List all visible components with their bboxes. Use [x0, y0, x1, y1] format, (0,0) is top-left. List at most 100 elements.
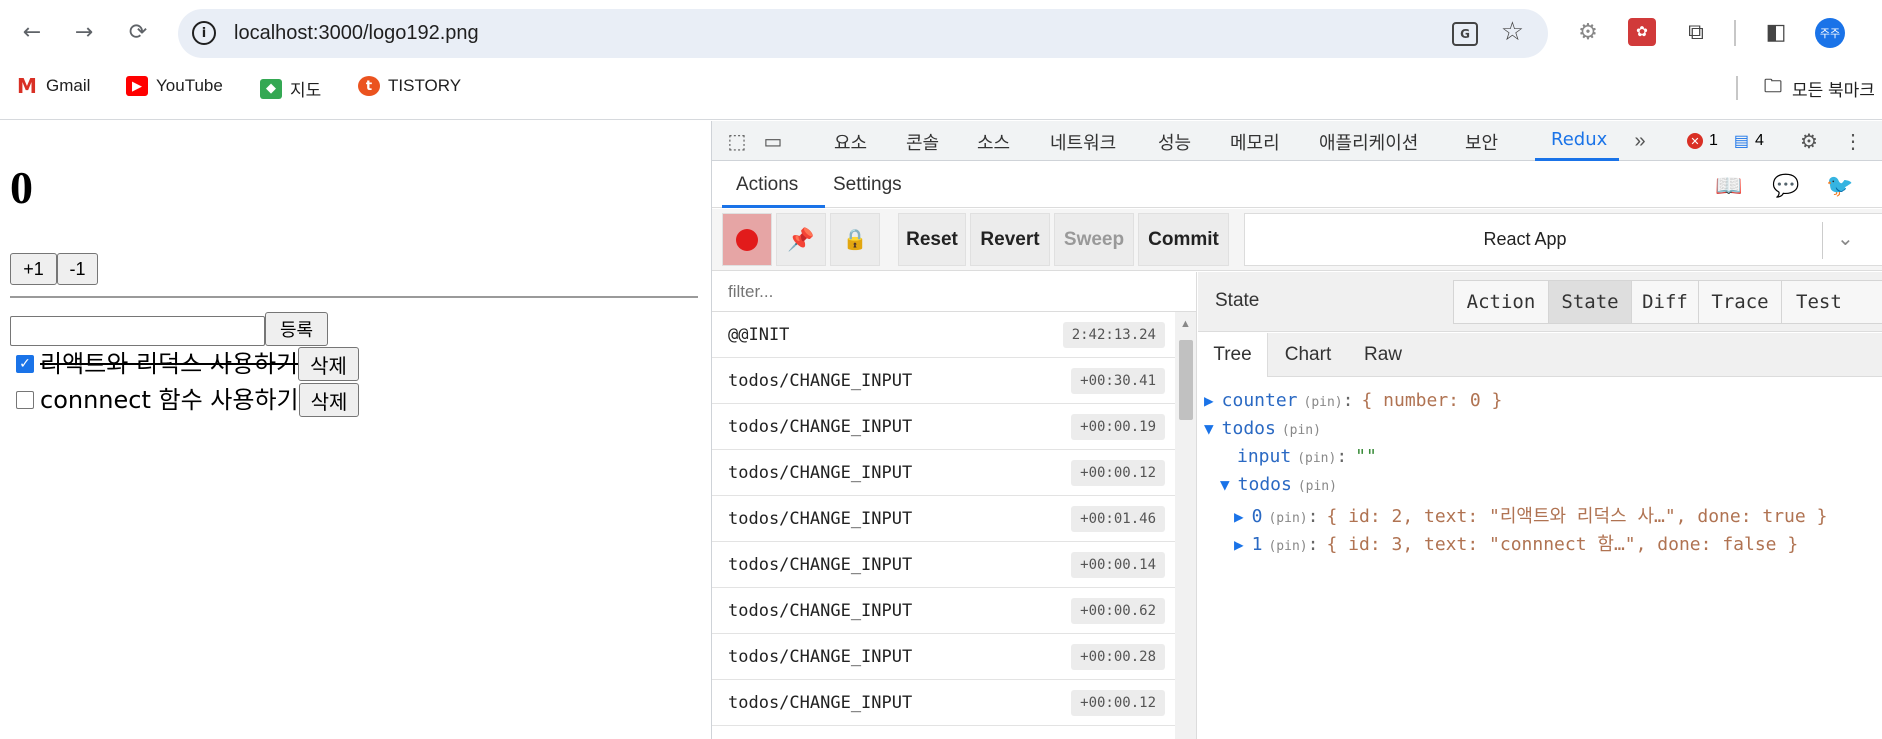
tree-node-todos-list[interactable]: ▼ todos (pin): [1220, 474, 1337, 495]
bookmark-tistory[interactable]: t TISTORY: [358, 76, 461, 96]
scroll-up-icon[interactable]: ▲: [1180, 318, 1191, 330]
tab-application[interactable]: 애플리케이션: [1319, 129, 1418, 155]
twitter-icon[interactable]: 🐦: [1826, 173, 1853, 199]
tab-elements[interactable]: 요소: [834, 129, 867, 155]
url-text[interactable]: localhost:3000/logo192.png: [234, 22, 479, 45]
side-panel-icon[interactable]: ◧: [1762, 18, 1790, 46]
settings-gear-icon[interactable]: ⚙: [1796, 129, 1822, 153]
instance-select[interactable]: React App ⌄: [1244, 213, 1882, 266]
tab-diff[interactable]: Diff: [1631, 280, 1699, 324]
tab-redux[interactable]: Redux: [1551, 129, 1607, 150]
action-row[interactable]: todos/CHANGE_INPUT +00:00.19: [712, 404, 1175, 450]
docs-book-icon[interactable]: 📖: [1715, 173, 1742, 199]
todo-input[interactable]: [10, 316, 265, 346]
tab-performance[interactable]: 성능: [1158, 129, 1191, 155]
reload-icon[interactable]: ⟳: [122, 16, 154, 48]
tab-sources[interactable]: 소스: [977, 129, 1010, 155]
action-row[interactable]: todos/CHANGE_INPUT +00:30.41: [712, 358, 1175, 404]
device-toolbar-icon[interactable]: ▭: [760, 129, 786, 153]
bookmark-gmail[interactable]: M Gmail: [16, 74, 91, 98]
pin-link[interactable]: (pin): [1298, 479, 1337, 494]
expand-arrow-icon[interactable]: ▶: [1234, 535, 1244, 554]
add-todo-button[interactable]: 등록: [265, 312, 328, 346]
action-row[interactable]: todos/CHANGE_INPUT +00:00.14: [712, 542, 1175, 588]
action-list-scrollbar[interactable]: ▲: [1175, 312, 1196, 739]
todo-checkbox[interactable]: [16, 391, 34, 409]
back-icon[interactable]: ←: [16, 16, 48, 48]
tab-network[interactable]: 네트워크: [1050, 129, 1116, 155]
tree-node-todos[interactable]: ▼ todos (pin): [1204, 418, 1321, 439]
delete-button[interactable]: 삭제: [298, 347, 359, 381]
sweep-button[interactable]: Sweep: [1054, 213, 1134, 266]
bookmark-youtube[interactable]: ▶ YouTube: [126, 76, 223, 96]
site-info-icon[interactable]: i: [192, 21, 216, 45]
tree-node-item-0[interactable]: ▶ 0 (pin): { id: 2, text: "리액트와 리덕스 사…", do…: [1234, 502, 1827, 528]
extension-gear-icon[interactable]: ⚙: [1574, 18, 1602, 46]
decrement-button[interactable]: -1: [57, 253, 98, 285]
tab-settings[interactable]: Settings: [833, 174, 902, 196]
action-time: +00:01.46: [1071, 506, 1165, 532]
tab-test[interactable]: Test: [1781, 280, 1882, 324]
pin-link[interactable]: (pin): [1268, 511, 1307, 526]
bookmark-label: Gmail: [46, 76, 91, 95]
tab-security[interactable]: 보안: [1465, 129, 1498, 155]
pin-link[interactable]: (pin): [1282, 423, 1321, 438]
lock-button[interactable]: 🔒: [830, 213, 880, 266]
action-row[interactable]: todos/CHANGE_INPUT +00:01.46: [712, 496, 1175, 542]
action-name: todos/CHANGE_INPUT: [728, 647, 913, 667]
extensions-puzzle-icon[interactable]: ⧉: [1682, 18, 1710, 46]
devtools-panel: ⬚ ▭ 요소 콘솔 소스 네트워크 성능 메모리 애플리케이션 보안 Redux…: [711, 121, 1882, 739]
bookmarks-folder[interactable]: 🗀 모든 북마크: [1762, 76, 1875, 101]
action-row[interactable]: @@INIT 2:42:13.24: [712, 312, 1175, 358]
expand-arrow-icon[interactable]: ▶: [1234, 507, 1244, 526]
action-row[interactable]: todos/CHANGE_INPUT +00:00.62: [712, 588, 1175, 634]
action-row[interactable]: todos/CHANGE_INPUT +00:00.12: [712, 450, 1175, 496]
state-subtabs: Tree Chart Raw: [1198, 333, 1882, 377]
forward-icon[interactable]: →: [68, 16, 100, 48]
inspect-element-icon[interactable]: ⬚: [724, 129, 750, 153]
pin-link[interactable]: (pin): [1304, 395, 1343, 410]
tab-tree[interactable]: Tree: [1198, 333, 1268, 377]
tab-action[interactable]: Action: [1453, 280, 1549, 324]
tree-node-item-1[interactable]: ▶ 1 (pin): { id: 3, text: "connnect 함…", do…: [1234, 530, 1798, 556]
profile-avatar[interactable]: 주주: [1815, 18, 1845, 48]
bookmark-folder-label: 모든 북마크: [1792, 81, 1875, 100]
collapse-arrow-icon[interactable]: ▼: [1204, 419, 1214, 438]
delete-button[interactable]: 삭제: [298, 383, 360, 417]
filter-input[interactable]: [712, 272, 1196, 312]
pin-link[interactable]: (pin): [1297, 451, 1336, 466]
tab-trace[interactable]: Trace: [1698, 280, 1782, 324]
pin-button[interactable]: 📌: [776, 213, 826, 266]
more-tabs-icon[interactable]: »: [1627, 129, 1653, 153]
feedback-chat-icon[interactable]: 💬: [1772, 173, 1799, 199]
browser-chrome: ← → ⟳ i localhost:3000/logo192.png G ☆ ⚙…: [0, 0, 1882, 120]
commit-button[interactable]: Commit: [1138, 213, 1229, 266]
more-options-icon[interactable]: ⋮: [1840, 129, 1866, 153]
bookmark-star-icon[interactable]: ☆: [1501, 17, 1524, 47]
pin-link[interactable]: (pin): [1268, 539, 1307, 554]
tab-raw[interactable]: Raw: [1348, 333, 1418, 377]
issues-counter[interactable]: ✕ 1 ▤ 4: [1687, 131, 1764, 151]
tree-node-counter[interactable]: ▶ counter (pin): { number: 0 }: [1204, 390, 1502, 411]
redux-devtools-icon[interactable]: ✿: [1628, 18, 1656, 46]
revert-button[interactable]: Revert: [970, 213, 1050, 266]
translate-icon[interactable]: G: [1452, 22, 1478, 46]
tree-value: "": [1355, 446, 1377, 467]
action-time: +00:00.19: [1071, 414, 1165, 440]
tab-actions[interactable]: Actions: [736, 174, 798, 196]
action-row[interactable]: todos/CHANGE_INPUT +00:00.12: [712, 680, 1175, 726]
scrollbar-thumb[interactable]: [1179, 340, 1193, 420]
action-row[interactable]: todos/CHANGE_INPUT +00:00.28: [712, 634, 1175, 680]
collapse-arrow-icon[interactable]: ▼: [1220, 475, 1230, 494]
record-button[interactable]: [722, 213, 772, 266]
todo-checkbox[interactable]: ✓: [16, 355, 34, 373]
expand-arrow-icon[interactable]: ▶: [1204, 391, 1214, 410]
bookmark-maps[interactable]: ◆ 지도: [260, 76, 321, 101]
tab-chart[interactable]: Chart: [1268, 333, 1348, 377]
reset-button[interactable]: Reset: [898, 213, 966, 266]
address-bar[interactable]: i localhost:3000/logo192.png G ☆: [178, 9, 1548, 58]
tab-state[interactable]: State: [1548, 280, 1632, 324]
increment-button[interactable]: +1: [10, 253, 57, 285]
tab-memory[interactable]: 메모리: [1230, 129, 1280, 155]
tab-console[interactable]: 콘솔: [906, 129, 939, 155]
